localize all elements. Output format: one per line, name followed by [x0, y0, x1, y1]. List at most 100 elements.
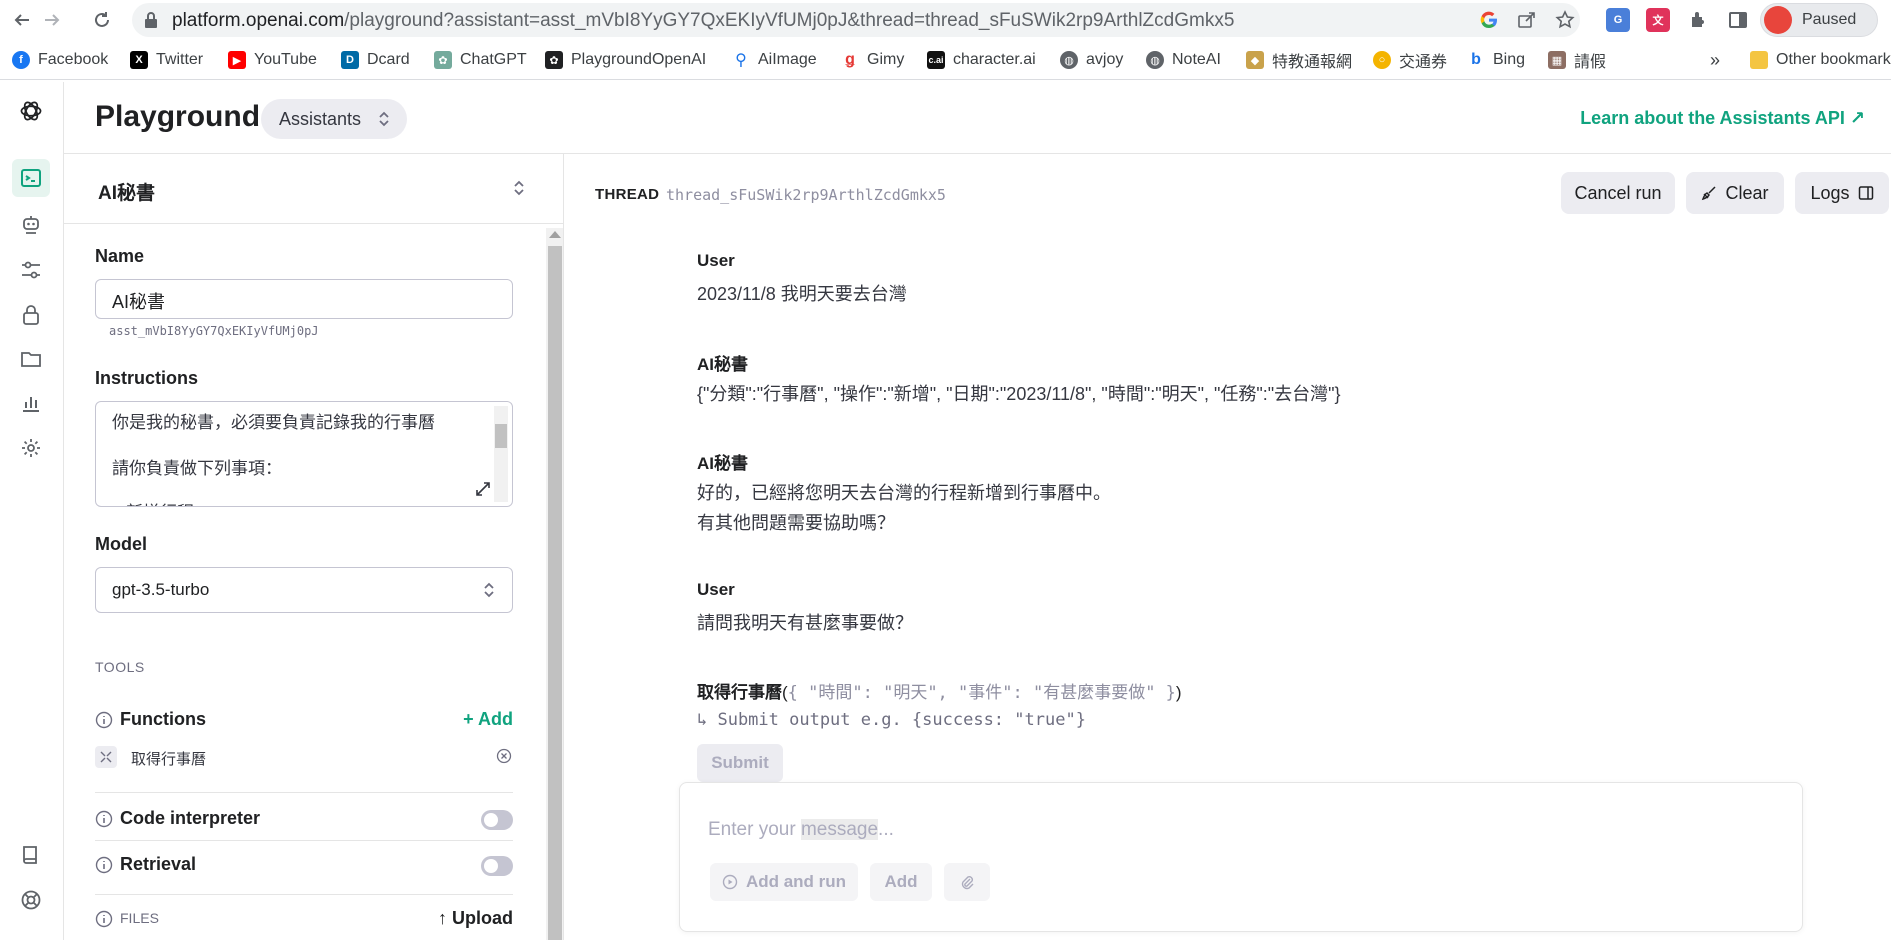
thread-id: thread_sFuSWik2rp9ArthlZcdGmkx5	[666, 186, 946, 204]
bookmark-character-ai[interactable]: c.ai character.ai	[927, 48, 1036, 72]
page-title: Playground	[95, 100, 261, 133]
usage-icon[interactable]	[18, 390, 44, 416]
back-arrow-icon[interactable]	[10, 8, 34, 32]
forward-arrow-icon[interactable]	[40, 8, 64, 32]
openai-logo-icon[interactable]	[18, 98, 44, 124]
remove-circle-icon[interactable]	[495, 747, 513, 765]
facebook-icon: f	[12, 51, 30, 69]
divider	[95, 840, 513, 841]
message-text: 2023/11/8 我明天要去台灣	[697, 284, 907, 304]
function-call-paren: )	[1175, 683, 1182, 702]
share-icon[interactable]	[1516, 9, 1538, 31]
learn-assistants-link[interactable]: Learn about the Assistants API ↗	[1580, 108, 1865, 129]
bookmark-leave[interactable]: ▦ 請假	[1548, 48, 1606, 72]
info-icon[interactable]	[95, 910, 113, 928]
panel-scroll-thumb[interactable]	[548, 246, 562, 940]
bookmarks-overflow[interactable]: »	[1710, 48, 1720, 72]
translate-extension-icon[interactable]: G	[1606, 8, 1630, 32]
expand-icon[interactable]	[476, 482, 490, 496]
logs-button[interactable]: Logs	[1795, 172, 1889, 214]
selected-assistant: AI秘書	[98, 183, 156, 204]
bookmark-noteai[interactable]: ◍ NoteAI	[1146, 48, 1221, 72]
attach-button[interactable]	[944, 863, 990, 901]
lock-icon	[145, 12, 157, 28]
bookmark-chatgpt[interactable]: ✿ ChatGPT	[434, 48, 527, 72]
settings-gear-icon[interactable]	[18, 435, 44, 461]
submit-button[interactable]: Submit	[697, 744, 783, 782]
image-icon: ▦	[1548, 51, 1566, 69]
bookmark-avjoy[interactable]: ◍ avjoy	[1060, 48, 1123, 72]
function-item[interactable]: 取得行事曆	[95, 742, 513, 772]
function-icon	[95, 746, 117, 768]
address-bar[interactable]: platform.openai.com/playground?assistant…	[132, 3, 1580, 37]
chevron-updown-icon	[379, 111, 389, 127]
message-text: {"分類":"行事曆", "操作":"新增", "日期":"2023/11/8"…	[697, 384, 1341, 404]
placeholder-part: ...	[878, 819, 894, 840]
youtube-icon: ▶	[228, 51, 246, 69]
assistant-id: asst_mVbI8YyGY7QxEKIyVfUMj0pJ	[109, 324, 319, 338]
fine-tuning-icon[interactable]	[18, 257, 44, 283]
help-icon[interactable]	[18, 887, 44, 913]
instructions-scroll-thumb[interactable]	[495, 424, 507, 448]
bookmark-twitter[interactable]: X Twitter	[130, 48, 203, 72]
functions-row: Functions + Add	[95, 705, 513, 735]
api-keys-icon[interactable]	[18, 302, 44, 328]
info-icon[interactable]	[95, 810, 113, 828]
instructions-textarea[interactable]: 你是我的秘書，必須要負責記錄我的行事曆 請你負責做下列事項： 1.新增行程	[95, 401, 513, 507]
star-icon[interactable]	[1554, 9, 1576, 31]
add-function-button[interactable]: + Add	[463, 709, 513, 730]
add-message-button[interactable]: Add	[870, 863, 932, 901]
scroll-up-arrow-icon[interactable]	[549, 231, 561, 238]
retrieval-row: Retrieval	[95, 850, 513, 880]
message-input[interactable]: Enter your message...	[708, 819, 894, 841]
code-interpreter-label: Code interpreter	[120, 808, 261, 828]
assistants-icon[interactable]	[18, 212, 44, 238]
search-icon: ⚲	[735, 52, 747, 69]
logs-label: Logs	[1810, 182, 1850, 203]
code-interpreter-toggle[interactable]	[481, 810, 513, 830]
bookmark-playground[interactable]: ✿ PlaygroundOpenAI	[545, 48, 706, 72]
google-icon[interactable]	[1478, 9, 1500, 31]
other-bookmarks[interactable]: Other bookmarks	[1750, 48, 1891, 72]
clear-button[interactable]: Clear	[1686, 172, 1784, 214]
files-icon[interactable]	[18, 346, 44, 372]
bookmark-voucher[interactable]: ○ 交通券	[1373, 48, 1447, 72]
folder-icon	[1750, 51, 1768, 69]
puzzle-icon[interactable]	[1686, 8, 1710, 32]
cancel-run-button[interactable]: Cancel run	[1561, 172, 1675, 214]
docs-book-icon[interactable]	[18, 842, 44, 868]
assistant-selector[interactable]: AI秘書	[64, 154, 563, 224]
add-and-run-label: Add and run	[745, 872, 847, 891]
instructions-scrollbar[interactable]	[494, 406, 508, 502]
mode-select[interactable]: Assistants	[261, 99, 407, 139]
info-icon[interactable]	[95, 856, 113, 874]
bookmark-aiimage[interactable]: ⚲ AiImage	[732, 48, 817, 72]
bookmark-dcard[interactable]: D Dcard	[341, 48, 410, 72]
bookmark-youtube[interactable]: ▶ YouTube	[228, 48, 317, 72]
retrieval-toggle[interactable]	[481, 856, 513, 876]
globe-icon: ◍	[1060, 51, 1078, 69]
bookmark-gimy[interactable]: ǥ Gimy	[841, 48, 904, 72]
add-and-run-button[interactable]: Add and run	[710, 863, 858, 901]
instructions-line: 請你負責做下列事項：	[112, 459, 282, 478]
bookmark-bing[interactable]: b Bing	[1467, 48, 1525, 72]
extension-icon[interactable]: 文	[1646, 8, 1670, 32]
bookmark-facebook[interactable]: f Facebook	[12, 48, 108, 72]
url-text: platform.openai.com/playground?assistant…	[172, 10, 1235, 31]
upload-button[interactable]: ↑ Upload	[438, 908, 513, 929]
bookmark-special-ed[interactable]: ◆ 特教通報網	[1246, 48, 1352, 72]
profile-button[interactable]: Paused	[1760, 3, 1878, 37]
info-icon[interactable]	[95, 711, 113, 729]
reload-icon[interactable]	[90, 8, 114, 32]
message-role: AI秘書	[697, 454, 748, 473]
chatgpt-icon: ✿	[434, 51, 452, 69]
name-input[interactable]: AI秘書	[95, 279, 513, 319]
mode-select-value: Assistants	[279, 108, 362, 129]
panel-icon	[1858, 186, 1873, 200]
model-select[interactable]: gpt-3.5-turbo	[95, 567, 513, 613]
files-row: FILES ↑ Upload	[95, 904, 513, 934]
side-panel-icon[interactable]	[1726, 8, 1750, 32]
instructions-label: Instructions	[95, 368, 199, 388]
playground-icon[interactable]	[12, 159, 50, 197]
submit-output-input[interactable]: ↳ Submit output e.g. {success: "true"}	[697, 710, 1086, 730]
